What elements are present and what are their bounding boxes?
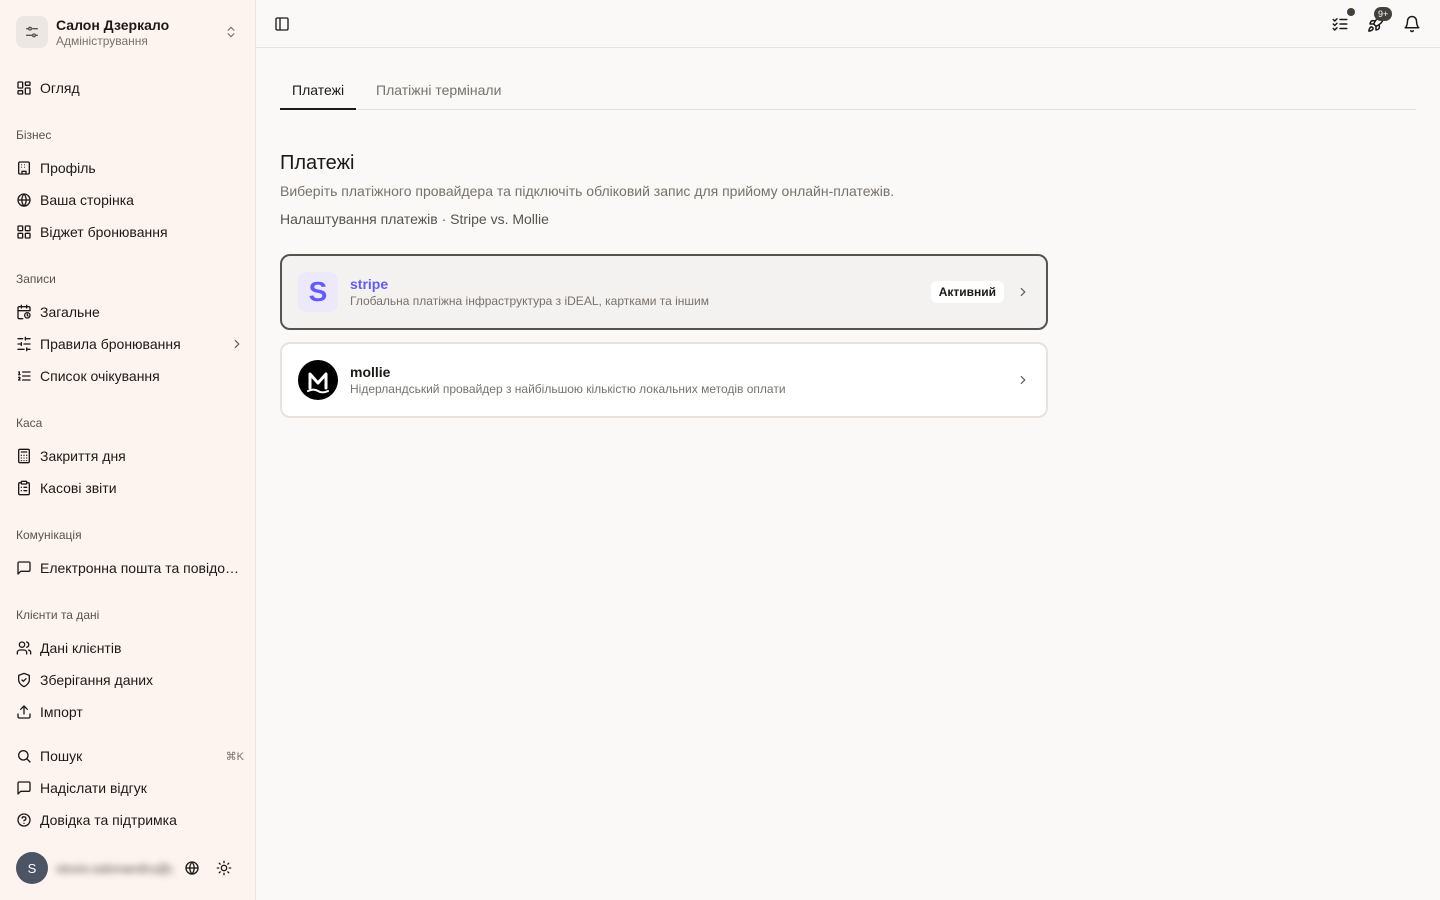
clipboard-list-icon	[16, 480, 32, 496]
search-shortcut: ⌘K	[225, 750, 244, 763]
nav-your-page[interactable]: Ваша сторінка	[16, 188, 244, 212]
nav-help-label: Довідка та підтримка	[40, 812, 177, 828]
layout-grid-icon	[16, 80, 32, 96]
nav-profile-label: Профіль	[40, 160, 96, 176]
calculator-icon	[16, 448, 32, 464]
nav-data-retention-label: Зберігання даних	[40, 672, 154, 688]
page-title: Платежі	[280, 152, 355, 174]
nav-email-messages-label: Електронна пошта та повідомлення	[40, 560, 244, 576]
nav-search[interactable]: Пошук ⌘K	[16, 744, 244, 768]
section-clients-data: Клієнти та дані	[16, 608, 100, 622]
nav-search-label: Пошук	[40, 748, 83, 764]
nav-overview-label: Огляд	[40, 80, 80, 96]
org-switcher[interactable]: Салон Дзеркало Адміністрування	[16, 12, 244, 52]
sliders-icon	[16, 16, 48, 48]
nav-cash-reports[interactable]: Касові звіти	[16, 476, 244, 500]
nav-help[interactable]: Довідка та підтримка	[16, 808, 244, 832]
nav-general-label: Загальне	[40, 304, 100, 320]
sidebar-toggle-icon	[274, 16, 290, 32]
sun-icon	[216, 860, 232, 876]
tab-payments[interactable]: Платежі	[280, 72, 357, 110]
building-icon	[16, 160, 32, 176]
page-description: Виберіть платіжного провайдера та підклю…	[280, 183, 895, 199]
nav-waitlist[interactable]: Список очікування	[16, 364, 244, 388]
nav-profile[interactable]: Профіль	[16, 156, 244, 180]
help-circle-icon	[16, 812, 32, 828]
nav-overview[interactable]: Огляд	[16, 76, 244, 100]
upload-icon	[16, 704, 32, 720]
page-subtitle: Налаштування платежів · Stripe vs. Molli…	[280, 211, 549, 227]
section-cashier: Каса	[16, 416, 43, 430]
nav-import-label: Імпорт	[40, 704, 83, 720]
provider-description: Глобальна платіжна інфраструктура з iDEA…	[350, 294, 709, 308]
provider-description: Нідерландський провайдер з найбільшою кі…	[350, 382, 786, 396]
chevron-right-icon	[1016, 285, 1030, 299]
nav-booking-widget-label: Віджет бронювання	[40, 224, 168, 240]
message-square-icon	[16, 560, 32, 576]
sidebar-toggle-button[interactable]	[270, 12, 294, 36]
nav-booking-rules[interactable]: Правила бронювання	[16, 332, 244, 356]
tasks-indicator-dot	[1347, 8, 1355, 16]
nav-feedback[interactable]: Надіслати відгук	[16, 776, 244, 800]
provider-card-stripe[interactable]: S stripe Глобальна платіжна інфраструкту…	[280, 254, 1048, 330]
section-business: Бізнес	[16, 128, 52, 142]
provider-name: stripe	[350, 276, 389, 292]
nav-day-closing[interactable]: Закриття дня	[16, 444, 244, 468]
message-square-icon	[16, 780, 32, 796]
sliders-horizontal-icon	[16, 336, 32, 352]
nav-client-data[interactable]: Дані клієнтів	[16, 636, 244, 660]
tasks-button[interactable]	[1328, 8, 1355, 36]
mollie-logo	[298, 360, 338, 400]
search-icon	[16, 748, 32, 764]
list-checks-icon	[1331, 15, 1349, 33]
nav-your-page-label: Ваша сторінка	[40, 192, 134, 208]
list-ordered-icon	[16, 368, 32, 384]
nav-waitlist-label: Список очікування	[40, 368, 160, 384]
tab-payment-terminals[interactable]: Платіжні термінали	[364, 72, 513, 110]
nav-booking-rules-label: Правила бронювання	[40, 336, 181, 352]
notifications-button[interactable]	[1400, 12, 1424, 36]
chevrons-up-down-icon	[224, 25, 238, 39]
chevron-right-icon	[1016, 373, 1030, 387]
avatar[interactable]: S	[16, 852, 48, 884]
nav-general[interactable]: Загальне	[16, 300, 244, 324]
shield-check-icon	[16, 672, 32, 688]
provider-name: mollie	[350, 364, 391, 380]
theme-toggle-button[interactable]	[212, 856, 236, 880]
nav-import[interactable]: Імпорт	[16, 700, 244, 724]
sidebar: Салон Дзеркало Адміністрування Огляд Біз…	[0, 0, 256, 900]
nav-day-closing-label: Закриття дня	[40, 448, 126, 464]
globe-icon	[16, 192, 32, 208]
users-icon	[16, 640, 32, 656]
nav-booking-widget[interactable]: Віджет бронювання	[16, 220, 244, 244]
nav-data-retention[interactable]: Зберігання даних	[16, 668, 244, 692]
chevron-right-icon	[230, 337, 244, 351]
stripe-logo: S	[298, 272, 338, 312]
topbar: 9+	[256, 0, 1440, 48]
calendar-clock-icon	[16, 304, 32, 320]
section-appointments: Записи	[16, 272, 56, 286]
nav-cash-reports-label: Касові звіти	[40, 480, 117, 496]
globe-icon	[184, 860, 200, 876]
org-role: Адміністрування	[56, 34, 148, 48]
status-badge: Активний	[930, 281, 1004, 303]
bell-icon	[1403, 15, 1421, 33]
nav-email-messages[interactable]: Електронна пошта та повідомлення	[16, 556, 244, 580]
nav-feedback-label: Надіслати відгук	[40, 780, 147, 796]
provider-card-mollie[interactable]: mollie Нідерландський провайдер з найбіл…	[280, 342, 1048, 418]
org-name: Салон Дзеркало	[56, 17, 170, 33]
updates-button[interactable]: 9+	[1364, 7, 1393, 36]
nav-client-data-label: Дані клієнтів	[40, 640, 122, 656]
user-email: stoxiv.salonandru@gmail.com	[56, 860, 172, 876]
language-button[interactable]	[180, 856, 204, 880]
section-communication: Комунікація	[16, 528, 82, 542]
user-menu[interactable]: S stoxiv.salonandru@gmail.com	[16, 852, 244, 884]
notifications-badge: 9+	[1374, 7, 1393, 21]
layout-grid-icon	[16, 224, 32, 240]
tabs: Платежі Платіжні термінали	[280, 72, 1416, 110]
